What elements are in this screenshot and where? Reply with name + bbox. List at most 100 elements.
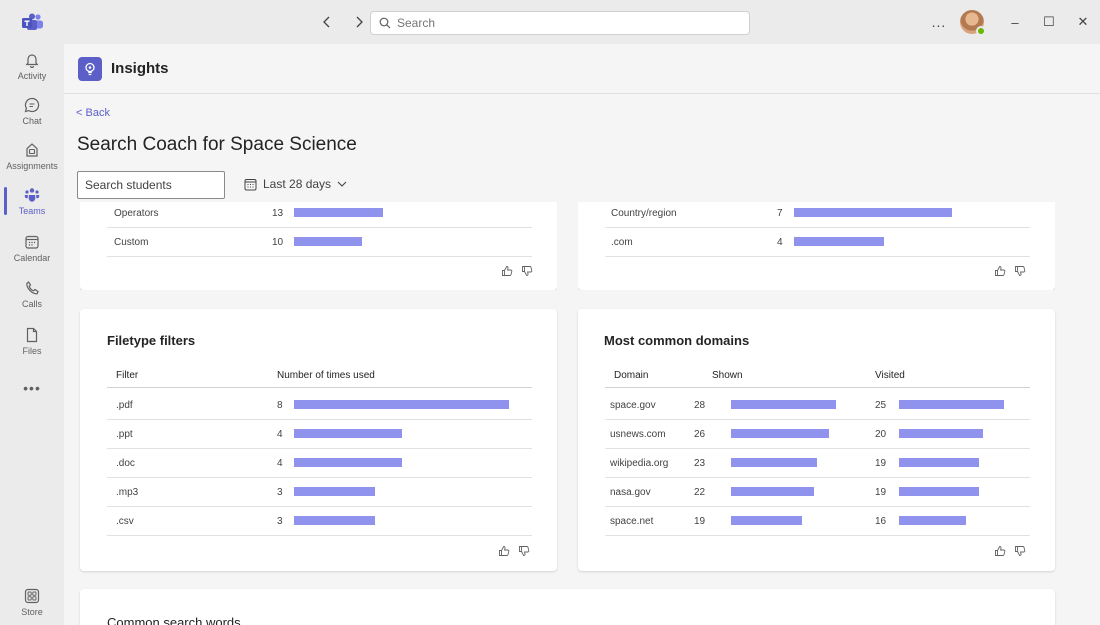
rail-item-label: Calls bbox=[21, 298, 42, 309]
filetype-filters-card: Filetype filters Filter Number of times … bbox=[80, 309, 557, 571]
thumbs-up-icon[interactable] bbox=[501, 265, 513, 277]
presence-available-icon bbox=[976, 26, 986, 36]
lightbulb-icon bbox=[85, 62, 95, 76]
shown-count: 26 bbox=[694, 429, 706, 440]
search-icon bbox=[379, 17, 391, 29]
table-row: .csv 3 bbox=[107, 507, 532, 536]
column-header: Visited bbox=[875, 370, 905, 381]
filter-bar bbox=[794, 208, 952, 217]
filter-count: 10 bbox=[272, 237, 284, 248]
thumbs-down-icon[interactable] bbox=[518, 545, 530, 557]
domain-label: space.gov bbox=[610, 400, 656, 411]
forward-arrow-icon[interactable] bbox=[350, 12, 368, 32]
rail-item-calendar[interactable]: Calendar bbox=[0, 226, 64, 270]
maximize-button[interactable]: ☐ bbox=[1032, 0, 1066, 44]
rail-item-files[interactable]: Files bbox=[0, 319, 64, 363]
rail-item-store[interactable]: Store bbox=[0, 580, 64, 624]
filter-count: 7 bbox=[777, 208, 783, 219]
table-header: Domain Shown Visited bbox=[605, 368, 1030, 388]
filetype-bar bbox=[294, 487, 375, 496]
shown-count: 22 bbox=[694, 487, 706, 498]
rail-item-teams[interactable]: Teams bbox=[0, 179, 64, 223]
filter-label: Custom bbox=[114, 237, 149, 248]
close-button[interactable]: ✕ bbox=[1066, 0, 1100, 44]
teams-logo-icon bbox=[22, 13, 43, 30]
table-row: wikipedia.org 23 19 bbox=[605, 449, 1030, 478]
title-bar: ... – ☐ ✕ bbox=[0, 0, 1100, 44]
shown-bar bbox=[731, 487, 814, 496]
thumbs-down-icon[interactable] bbox=[1014, 265, 1026, 277]
history-nav bbox=[318, 12, 368, 32]
filetype-count: 4 bbox=[277, 429, 283, 440]
filetype-label: .csv bbox=[116, 516, 134, 527]
filter-bar bbox=[294, 237, 362, 246]
back-link[interactable]: < Back bbox=[76, 107, 110, 119]
feedback-controls bbox=[498, 545, 530, 557]
more-options-button[interactable]: ... bbox=[924, 14, 954, 30]
visited-bar bbox=[899, 400, 1004, 409]
shown-bar bbox=[731, 458, 817, 467]
visited-bar bbox=[899, 487, 979, 496]
domain-label: nasa.gov bbox=[610, 487, 651, 498]
assignments-icon bbox=[26, 142, 38, 157]
rail-item-calls[interactable]: Calls bbox=[0, 272, 64, 316]
filetype-bar bbox=[294, 458, 402, 467]
rail-item-chat[interactable]: Chat bbox=[0, 89, 64, 133]
table-row: .ppt 4 bbox=[107, 420, 532, 449]
visited-bar bbox=[899, 516, 966, 525]
filetype-count: 8 bbox=[277, 400, 283, 411]
shown-bar bbox=[731, 400, 836, 409]
calendar-icon bbox=[244, 178, 257, 190]
teams-icon bbox=[24, 187, 40, 202]
student-search-input[interactable] bbox=[77, 171, 225, 199]
visited-bar bbox=[899, 429, 983, 438]
date-range-label: Last 28 days bbox=[263, 177, 332, 191]
shown-count: 19 bbox=[694, 516, 706, 527]
table-row: space.gov 28 25 bbox=[605, 391, 1030, 420]
avatar[interactable] bbox=[960, 10, 986, 36]
date-range-dropdown[interactable]: Last 28 days bbox=[244, 177, 347, 191]
chevron-left-icon: < bbox=[76, 107, 83, 119]
thumbs-up-icon[interactable] bbox=[994, 265, 1006, 277]
column-header: Filter bbox=[116, 370, 139, 381]
more-apps-button[interactable]: ••• bbox=[0, 380, 64, 396]
page-title: Search Coach for Space Science bbox=[77, 134, 357, 155]
global-search-input[interactable] bbox=[397, 16, 727, 30]
column-header: Domain bbox=[614, 370, 649, 381]
thumbs-up-icon[interactable] bbox=[498, 545, 510, 557]
back-arrow-icon[interactable] bbox=[318, 12, 336, 32]
table-row: Custom 10 bbox=[107, 228, 532, 257]
filetype-label: .mp3 bbox=[116, 487, 139, 498]
filetype-bar bbox=[294, 400, 509, 409]
filter-bar bbox=[294, 208, 383, 217]
rail-item-label: Chat bbox=[22, 115, 42, 126]
insights-app-icon bbox=[78, 57, 102, 81]
column-header: Shown bbox=[712, 370, 743, 381]
filetype-bar bbox=[294, 429, 402, 438]
thumbs-down-icon[interactable] bbox=[1014, 545, 1026, 557]
visited-count: 25 bbox=[875, 400, 887, 411]
table-row: .com 4 bbox=[605, 228, 1030, 257]
domain-label: usnews.com bbox=[610, 429, 666, 440]
visited-bar bbox=[899, 458, 979, 467]
table-row: Operators 13 bbox=[107, 202, 532, 228]
bell-icon bbox=[25, 53, 39, 68]
filter-label: Country/region bbox=[611, 208, 677, 219]
table-row: Country/region 7 bbox=[605, 202, 1030, 228]
phone-icon bbox=[26, 280, 39, 294]
feedback-controls bbox=[994, 545, 1026, 557]
window-controls: ... – ☐ ✕ bbox=[924, 0, 1100, 44]
global-search[interactable] bbox=[370, 11, 750, 35]
card-title: Filetype filters bbox=[107, 333, 196, 348]
rail-item-assignments[interactable]: Assignments bbox=[0, 134, 64, 178]
store-icon bbox=[24, 588, 40, 603]
thumbs-up-icon[interactable] bbox=[994, 545, 1006, 557]
rail-item-label: Calendar bbox=[13, 252, 51, 263]
table-row: .pdf 8 bbox=[107, 391, 532, 420]
card-title: Common search words bbox=[107, 615, 241, 625]
minimize-button[interactable]: – bbox=[998, 0, 1032, 44]
thumbs-down-icon[interactable] bbox=[521, 265, 533, 277]
rail-item-activity[interactable]: Activity bbox=[0, 44, 64, 88]
filetype-label: .pdf bbox=[116, 400, 133, 411]
filetype-count: 3 bbox=[277, 487, 283, 498]
